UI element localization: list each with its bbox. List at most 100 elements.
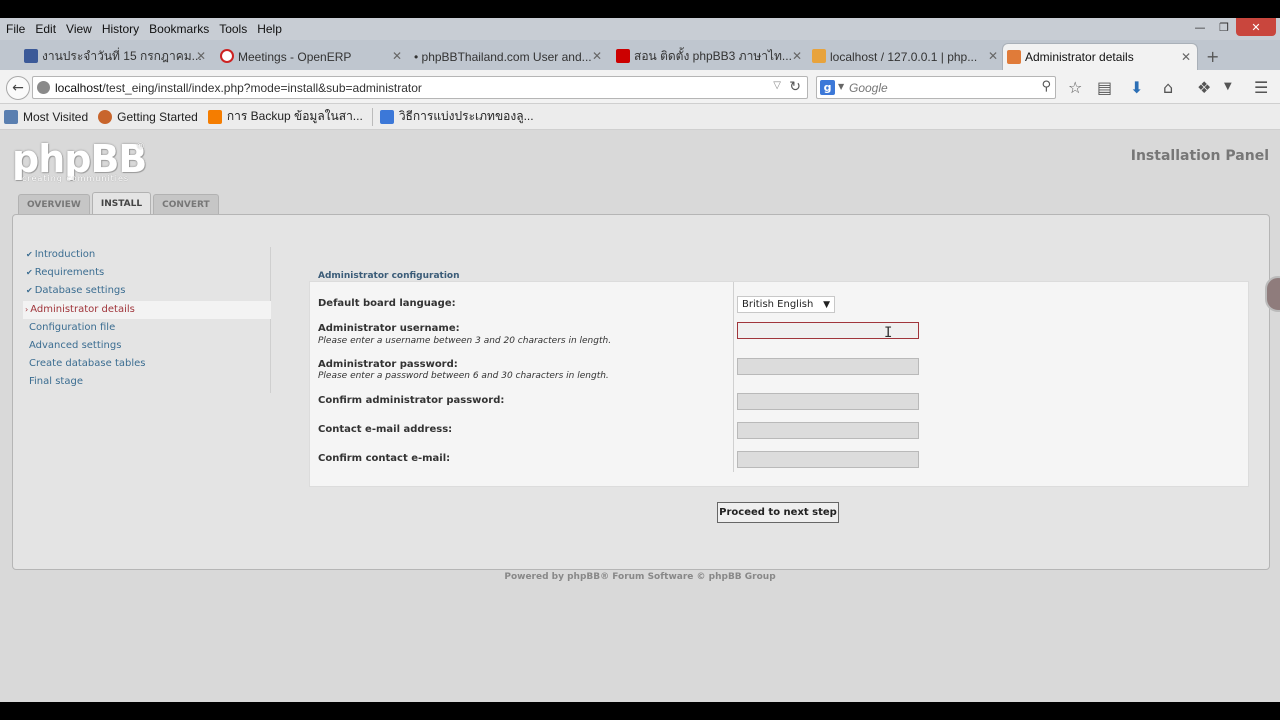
bookmark-most-visited[interactable]: Most Visited: [4, 109, 88, 124]
step-requirements[interactable]: ✔ Requirements: [26, 267, 104, 278]
reload-icon[interactable]: ↻: [789, 79, 801, 95]
search-engine-dropdown-icon[interactable]: ▼: [838, 82, 844, 91]
step-database-settings[interactable]: ✔ Database settings: [26, 285, 125, 296]
back-arrow-icon: ←: [12, 80, 24, 96]
language-select[interactable]: British English ▼: [737, 296, 835, 313]
browser-tab-active[interactable]: Administrator details ✕: [1002, 43, 1198, 70]
tab-install[interactable]: INSTALL: [91, 192, 152, 215]
browser-tab[interactable]: งานประจำวันที่ 15 กรกฎาคม... ✕: [20, 43, 212, 70]
close-window-icon[interactable]: ✕: [1236, 18, 1276, 36]
page-footer: Powered by phpBB® Forum Software © phpBB…: [504, 572, 776, 582]
tab-label: สอน ติดตั้ง phpBB3 ภาษาไท...: [634, 49, 792, 63]
phpbb-logo[interactable]: phpBB ® creating communities: [12, 137, 147, 184]
firefox-icon: [98, 109, 113, 124]
page-title: Installation Panel: [1130, 148, 1269, 164]
bookmarks-list-icon[interactable]: ▤: [1097, 78, 1112, 97]
chevron-down-icon: ▼: [823, 300, 830, 310]
search-bar[interactable]: g ▼ Google ⚲: [816, 76, 1056, 99]
install-panel: ✔ Introduction ✔ Requirements ✔ Database se…: [12, 214, 1270, 570]
window-controls: — ❐ ✕: [1188, 18, 1276, 36]
check-icon: ✔: [26, 268, 33, 277]
browser-tab[interactable]: สอน ติดตั้ง phpBB3 ภาษาไท... ✕: [612, 43, 808, 70]
bookmarks-icon: [4, 109, 18, 124]
back-button[interactable]: ←: [6, 76, 30, 100]
globe-icon: [37, 81, 50, 94]
logo-registered-mark: ®: [136, 142, 145, 152]
url-history-dropdown-icon[interactable]: ▽: [773, 80, 781, 91]
url-bar[interactable]: localhost/test_eing/install/index.php?mo…: [32, 76, 808, 99]
bookmark-backup[interactable]: การ Backup ข้อมูลในสา...: [207, 107, 363, 126]
email-input[interactable]: [737, 422, 919, 439]
language-label: Default board language:: [318, 298, 456, 309]
close-tab-icon[interactable]: ✕: [1181, 50, 1191, 64]
menu-edit[interactable]: Edit: [31, 22, 60, 36]
opera-icon: [220, 49, 234, 63]
form-divider: [733, 282, 734, 472]
google-icon: [379, 109, 394, 124]
url-text: localhost/test_eing/install/index.php?mo…: [55, 81, 422, 95]
step-configuration-file[interactable]: Configuration file: [29, 322, 115, 333]
install-tabs: OVERVIEW INSTALL CONVERT: [18, 192, 219, 215]
username-hint: Please enter a username between 3 and 20…: [318, 336, 612, 346]
home-icon[interactable]: ⌂: [1163, 78, 1173, 97]
step-introduction[interactable]: ✔ Introduction: [26, 249, 95, 260]
search-go-icon[interactable]: ⚲: [1041, 79, 1051, 94]
bookmark-star-icon[interactable]: ☆: [1068, 78, 1082, 97]
menu-file[interactable]: File: [2, 22, 29, 36]
step-advanced-settings[interactable]: Advanced settings: [29, 340, 121, 351]
new-tab-icon[interactable]: +: [1206, 47, 1219, 66]
step-administrator-details[interactable]: › Administrator details: [23, 301, 271, 319]
phpmyadmin-icon: [812, 49, 826, 63]
extension-dropdown-icon[interactable]: ▼: [1224, 81, 1232, 92]
blogger-icon: [207, 109, 222, 124]
step-final-stage[interactable]: Final stage: [29, 376, 83, 387]
close-tab-icon[interactable]: ✕: [592, 49, 602, 63]
logo-text: phpBB: [12, 137, 147, 181]
browser-tab[interactable]: • phpBBThailand.com User and... ✕: [400, 43, 608, 70]
proceed-next-step-button[interactable]: Proceed to next step: [717, 502, 839, 523]
download-icon[interactable]: ⬇: [1130, 78, 1143, 97]
phpbb-icon: [1007, 50, 1021, 64]
nav-bar: ← localhost/test_eing/install/index.php?…: [0, 70, 1280, 104]
bookmark-getting-started[interactable]: Getting Started: [98, 109, 198, 124]
extension-icon[interactable]: ❖: [1197, 78, 1211, 97]
google-icon[interactable]: g: [820, 80, 835, 95]
password-input[interactable]: [737, 358, 919, 375]
tab-label: Meetings - OpenERP: [238, 49, 352, 64]
close-tab-icon[interactable]: ✕: [988, 49, 998, 63]
arrow-icon: ›: [25, 305, 29, 314]
tab-overview[interactable]: OVERVIEW: [18, 194, 90, 215]
browser-tab[interactable]: Meetings - OpenERP ✕: [216, 43, 408, 70]
confirm-email-label: Confirm contact e-mail:: [318, 453, 451, 464]
page-content: phpBB ® creating communities Installatio…: [0, 130, 1280, 702]
menu-history[interactable]: History: [98, 22, 143, 36]
restore-icon[interactable]: ❐: [1212, 18, 1236, 36]
browser-window: File Edit View History Bookmarks Tools H…: [0, 18, 1280, 702]
menu-tools[interactable]: Tools: [215, 22, 251, 36]
confirm-email-input[interactable]: [737, 451, 919, 468]
tab-convert[interactable]: CONVERT: [153, 194, 219, 215]
menu-view[interactable]: View: [62, 22, 96, 36]
admin-config-form: Default board language: British English …: [309, 281, 1249, 487]
install-step-menu: ✔ Introduction ✔ Requirements ✔ Database se…: [23, 247, 271, 393]
tab-strip: งานประจำวันที่ 15 กรกฎาคม... ✕ Meetings …: [0, 40, 1280, 70]
tab-label: Administrator details: [1025, 50, 1134, 64]
menu-help[interactable]: Help: [253, 22, 286, 36]
bookmark-separator: [371, 107, 373, 126]
menu-hamburger-icon[interactable]: ☰: [1254, 78, 1268, 97]
text-cursor-icon: I: [884, 325, 893, 341]
minimize-icon[interactable]: —: [1188, 18, 1212, 36]
close-tab-icon[interactable]: ✕: [196, 49, 206, 63]
bookmark-google-doc[interactable]: วิธีการแบ่งประเภทของลู...: [379, 107, 534, 126]
close-tab-icon[interactable]: ✕: [792, 49, 802, 63]
username-label: Administrator username:: [318, 323, 460, 334]
floating-widget-icon[interactable]: [1265, 276, 1280, 312]
menu-bookmarks[interactable]: Bookmarks: [145, 22, 213, 36]
step-create-database-tables[interactable]: Create database tables: [29, 358, 145, 369]
facebook-icon: [24, 49, 38, 63]
confirm-password-input[interactable]: [737, 393, 919, 410]
tab-label: localhost / 127.0.0.1 | php...: [830, 49, 978, 64]
youtube-icon: [616, 49, 630, 63]
browser-tab[interactable]: localhost / 127.0.0.1 | php... ✕: [808, 43, 1004, 70]
confirm-password-label: Confirm administrator password:: [318, 395, 505, 406]
